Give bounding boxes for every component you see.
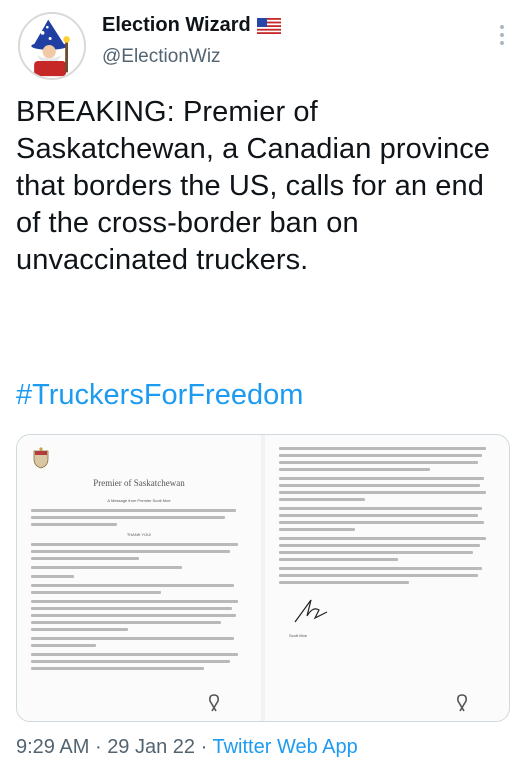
letter-page-2[interactable]: Scott Moe bbox=[265, 435, 509, 721]
letter-title: Premier of Saskatchewan bbox=[93, 478, 185, 488]
letter-signer: Scott Moe bbox=[289, 633, 308, 638]
letter-page-1[interactable]: Premier of Saskatchewan A Message from P… bbox=[17, 435, 261, 721]
source-link[interactable]: Twitter Web App bbox=[212, 736, 357, 758]
letter-thanks: THANK YOU! bbox=[126, 532, 152, 537]
display-name[interactable]: Election Wizard bbox=[102, 14, 281, 37]
display-name-text[interactable]: Election Wizard bbox=[102, 14, 251, 37]
tweet-header: Election Wizard @ElectionWiz bbox=[0, 0, 526, 90]
saskatchewan-crest-icon bbox=[33, 447, 49, 469]
separator: · bbox=[200, 736, 208, 758]
tweet-text: BREAKING: Premier of Saskatchewan, a Can… bbox=[16, 96, 491, 276]
more-options-icon[interactable] bbox=[492, 22, 512, 48]
tweet-time[interactable]: 9:29 AM bbox=[16, 736, 89, 758]
tweet-date[interactable]: 29 Jan 22 bbox=[107, 736, 195, 758]
avatar[interactable] bbox=[18, 12, 86, 80]
letter-heading: A Message from Premier Scott Moe bbox=[107, 498, 171, 503]
tweet-media[interactable]: Premier of Saskatchewan A Message from P… bbox=[16, 434, 510, 722]
hashtag-link[interactable]: #TruckersForFreedom bbox=[16, 377, 303, 414]
tweet-footer: 9:29 AM · 29 Jan 22 · Twitter Web App bbox=[16, 736, 358, 759]
separator: · bbox=[94, 736, 102, 758]
user-handle[interactable]: @ElectionWiz bbox=[102, 46, 221, 68]
ribbon-icon bbox=[209, 694, 219, 712]
us-flag-icon bbox=[256, 17, 281, 34]
ribbon-icon bbox=[457, 694, 467, 712]
signature-icon bbox=[294, 599, 328, 623]
wizard-icon bbox=[20, 14, 84, 78]
